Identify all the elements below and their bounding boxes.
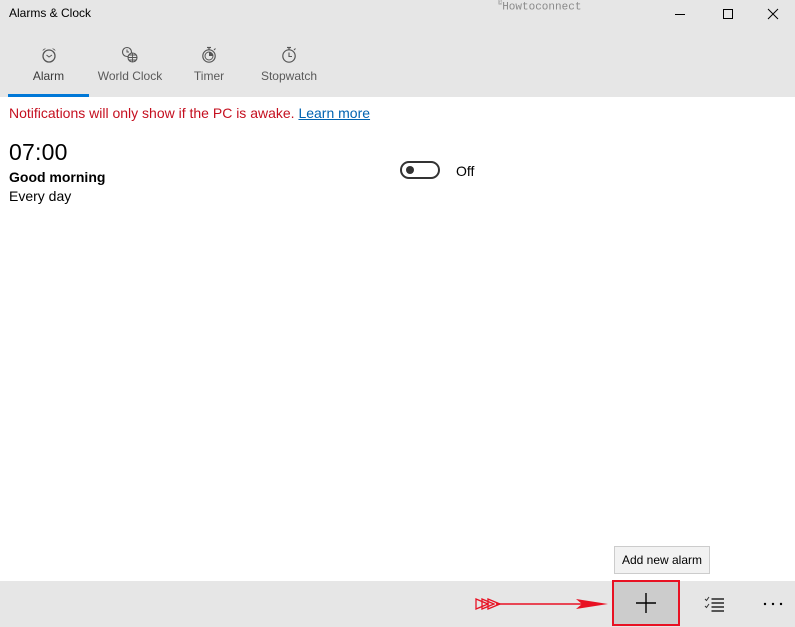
active-tab-indicator: [8, 94, 89, 97]
notice-text: Notifications will only show if the PC i…: [9, 105, 295, 121]
alarm-name: Good morning: [9, 169, 106, 185]
command-bar: [0, 580, 795, 627]
close-button[interactable]: [750, 0, 795, 28]
maximize-icon: [723, 9, 733, 19]
maximize-button[interactable]: [705, 0, 751, 28]
world-clock-icon: [121, 46, 138, 63]
learn-more-link[interactable]: Learn more: [298, 105, 370, 121]
tab-label: Timer: [193, 69, 225, 83]
alarm-toggle[interactable]: [400, 161, 440, 179]
tab-alarm[interactable]: Alarm: [8, 40, 89, 97]
stopwatch-icon: [282, 46, 296, 63]
minimize-button[interactable]: [657, 0, 703, 28]
watermark-text: Howtoconnect: [502, 1, 582, 14]
select-list-icon: [704, 596, 724, 612]
more-icon: [763, 602, 783, 606]
tab-bar: Alarm World Clock Timer Stopwatch: [8, 40, 331, 97]
tab-indicator: [89, 94, 171, 97]
alarm-repeat: Every day: [9, 188, 72, 204]
alarm-item[interactable]: 07:00 Good morning Every day: [9, 139, 105, 204]
tab-indicator: [247, 94, 331, 97]
alarm-time: 07:00: [9, 139, 68, 165]
tab-timer[interactable]: Timer: [171, 40, 247, 97]
plus-icon: [636, 593, 656, 613]
tab-label: World Clock: [97, 69, 163, 83]
awake-notice: Notifications will only show if the PC i…: [9, 105, 370, 121]
add-alarm-tooltip: Add new alarm: [614, 546, 710, 574]
watermark: ©Howtoconnect: [498, 0, 581, 14]
alarm-toggle-state: Off: [456, 163, 475, 179]
tab-stopwatch[interactable]: Stopwatch: [247, 40, 331, 97]
annotation-arrow-icon: [475, 598, 608, 610]
toggle-knob: [406, 166, 414, 174]
title-bar: Alarms & Clock ©Howtoconnect Alarm World…: [0, 0, 795, 97]
more-options-button[interactable]: [743, 581, 795, 627]
close-icon: [767, 8, 779, 20]
select-alarms-button[interactable]: [685, 581, 745, 627]
tab-indicator: [171, 94, 247, 97]
timer-icon: [202, 46, 216, 63]
add-alarm-button[interactable]: [612, 580, 680, 626]
minimize-icon: [675, 14, 685, 15]
tab-label: Alarm: [32, 69, 65, 83]
tab-label: Stopwatch: [260, 69, 318, 83]
app-title: Alarms & Clock: [9, 6, 92, 20]
alarm-clock-icon: [41, 48, 56, 63]
tab-world-clock[interactable]: World Clock: [89, 40, 171, 97]
